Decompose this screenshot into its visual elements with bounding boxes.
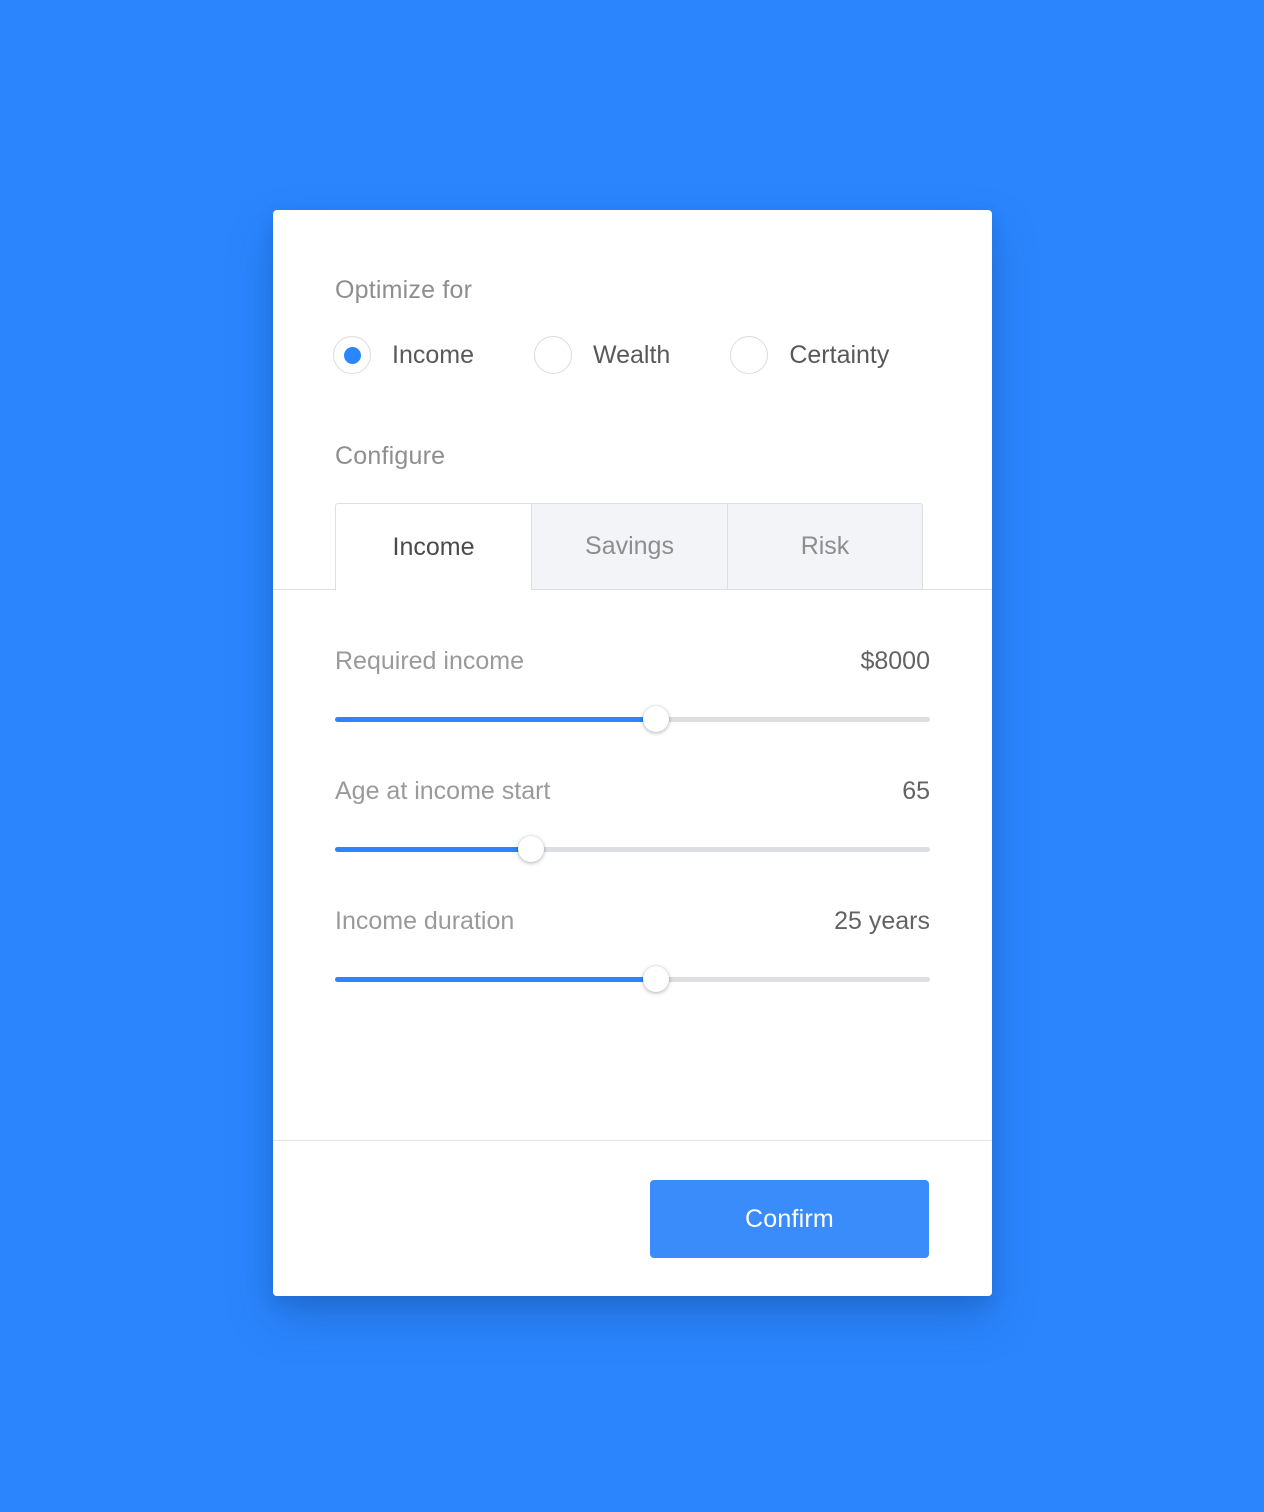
slider-head-income-duration: Income duration 25 years (335, 907, 930, 936)
slider-label-required-income: Required income (335, 647, 524, 675)
radio-circle-income (333, 336, 371, 374)
slider-income-duration[interactable] (335, 966, 930, 992)
radio-option-income[interactable]: Income (333, 336, 474, 374)
radio-option-wealth[interactable]: Wealth (533, 336, 671, 374)
slider-label-age-at-income-start: Age at income start (335, 777, 551, 805)
slider-row-income-duration: Income duration 25 years (273, 850, 992, 992)
slider-label-income-duration: Income duration (335, 907, 515, 935)
slider-value-age-at-income-start: 65 (902, 777, 930, 805)
radio-label-certainty: Certainty (789, 340, 890, 369)
slider-row-age-at-income-start: Age at income start 65 (273, 720, 992, 862)
optimize-for-heading: Optimize for (335, 276, 473, 304)
slider-thumb-income-duration[interactable] (643, 966, 670, 992)
tab-risk[interactable]: Risk (727, 503, 923, 590)
slider-head-required-income: Required income $8000 (335, 647, 930, 676)
radio-circle-wealth (533, 336, 572, 374)
tab-list: Income Savings Risk (335, 503, 923, 591)
slider-row-required-income: Required income $8000 (273, 590, 992, 732)
radio-label-income: Income (392, 340, 474, 369)
card-body: Optimize for Income Wealth Certainty Con… (273, 210, 992, 1140)
optimization-settings-card: Optimize for Income Wealth Certainty Con… (273, 210, 992, 1296)
slider-head-age-at-income-start: Age at income start 65 (335, 777, 930, 806)
radio-dot-income (343, 346, 361, 364)
slider-value-required-income: $8000 (860, 647, 930, 675)
radio-circle-certainty (730, 336, 769, 374)
slider-panel-income: Required income $8000 Age at income star… (273, 590, 992, 992)
slider-value-income-duration: 25 years (834, 907, 930, 935)
tab-income[interactable]: Income (335, 503, 531, 591)
radio-option-certainty[interactable]: Certainty (730, 336, 889, 374)
card-footer: Confirm (273, 1140, 992, 1296)
optimize-for-radio-group: Income Wealth Certainty (333, 336, 889, 374)
tab-savings[interactable]: Savings (531, 503, 727, 590)
slider-fill-income-duration (335, 977, 657, 982)
radio-label-wealth: Wealth (592, 340, 671, 369)
configure-tab-strip: Income Savings Risk (273, 503, 992, 591)
configure-heading: Configure (335, 442, 446, 470)
confirm-button[interactable]: Confirm (650, 1180, 929, 1258)
